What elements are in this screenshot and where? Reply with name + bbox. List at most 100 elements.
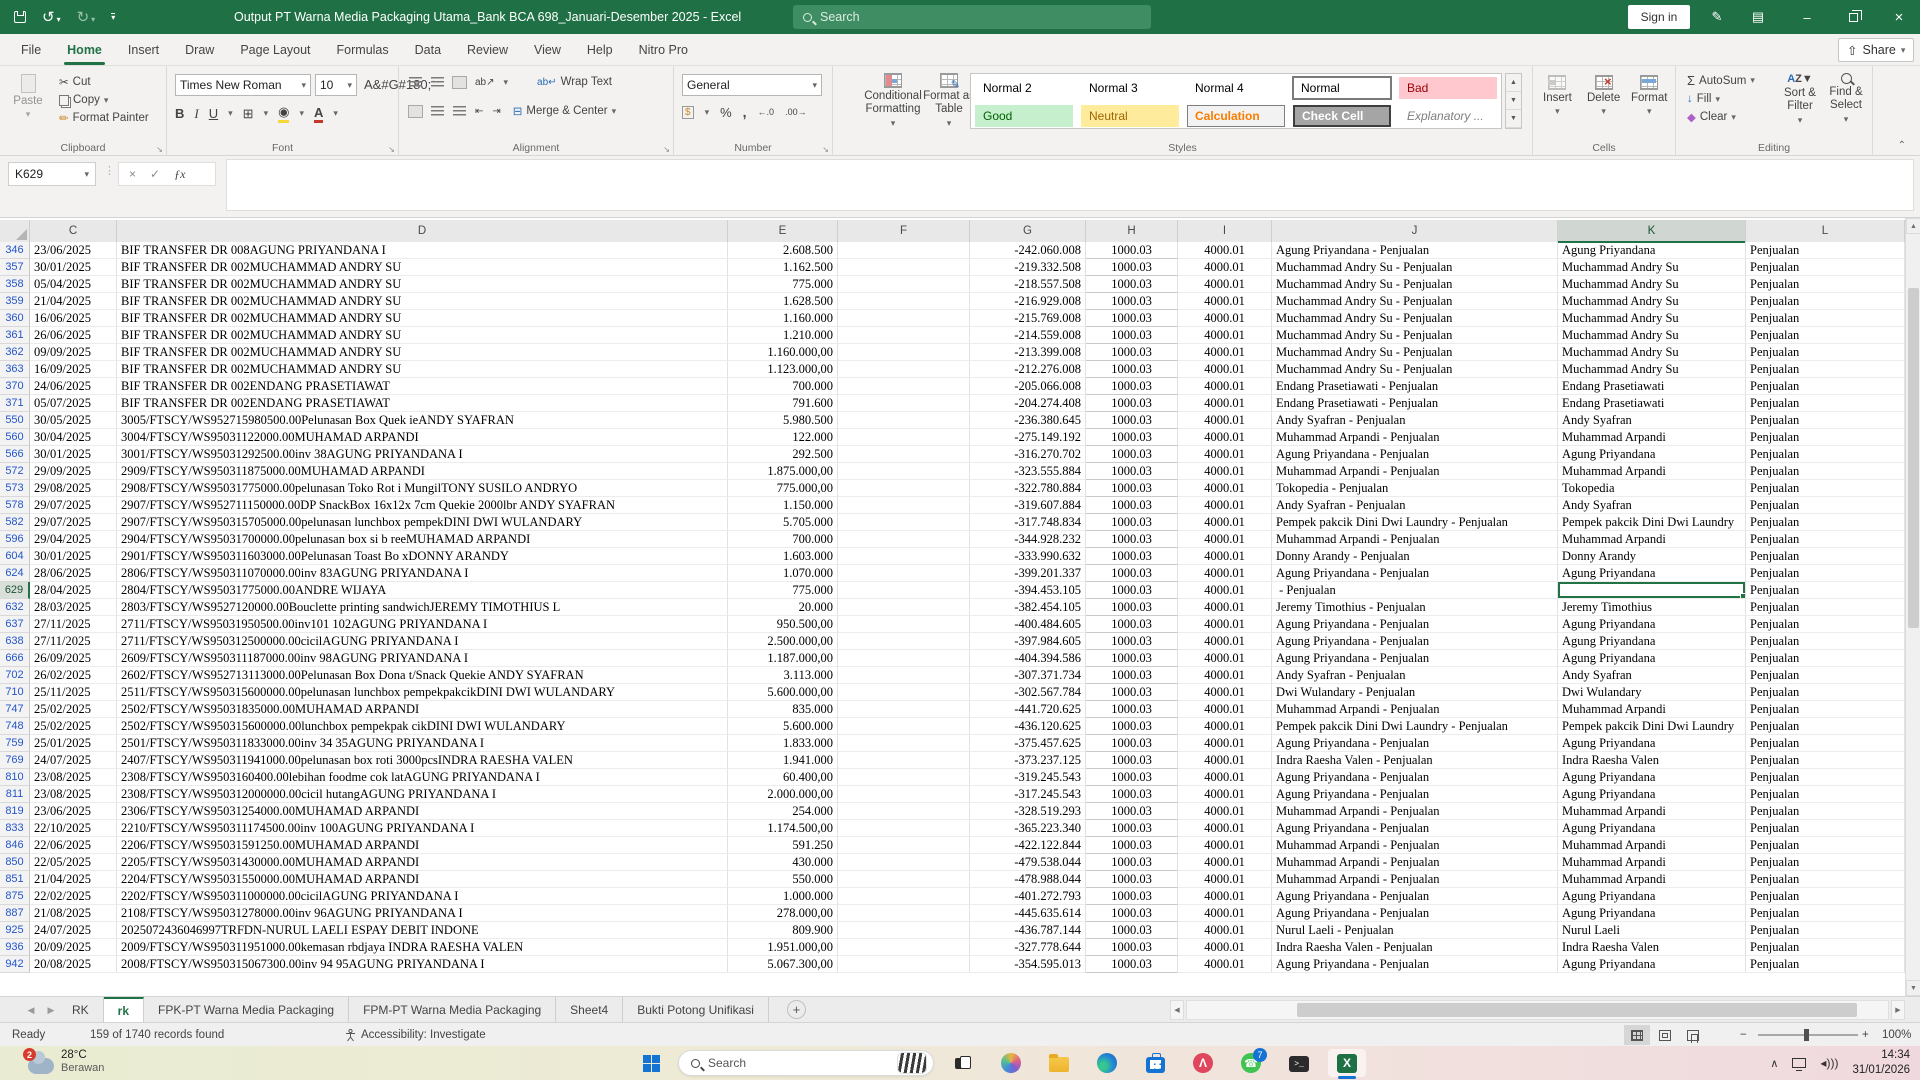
- scroll-left-icon[interactable]: ◀: [1170, 1000, 1184, 1020]
- grid-cell[interactable]: Penjualan: [1746, 531, 1905, 548]
- row-header[interactable]: 362: [0, 344, 30, 361]
- grid-cell[interactable]: 254.000: [728, 803, 838, 820]
- grid-cell[interactable]: 4000.01: [1178, 752, 1272, 769]
- grid-cell[interactable]: Indra Raesha Valen - Penjualan: [1272, 752, 1558, 769]
- grid-cell[interactable]: Endang Prasetiawati - Penjualan: [1272, 395, 1558, 412]
- grid-cell[interactable]: 4000.01: [1178, 939, 1272, 956]
- grid-cell[interactable]: 278.000,00: [728, 905, 838, 922]
- grid-cell[interactable]: -205.066.008: [970, 378, 1086, 395]
- grid-cell[interactable]: [838, 650, 970, 667]
- grid-cell[interactable]: Muchammad Andry Su - Penjualan: [1272, 344, 1558, 361]
- grid-cell[interactable]: Penjualan: [1746, 871, 1905, 888]
- grid-cell[interactable]: 775.000: [728, 276, 838, 293]
- grid-cell[interactable]: -319.607.884: [970, 497, 1086, 514]
- grid-cell[interactable]: -399.201.337: [970, 565, 1086, 582]
- grid-cell[interactable]: 2806/FTSCY/WS950311070000.00inv 83AGUNG …: [117, 565, 728, 582]
- grid-cell[interactable]: Muhammad Arpandi: [1558, 531, 1746, 548]
- grid-cell[interactable]: [838, 956, 970, 973]
- grid-cell[interactable]: 4000.01: [1178, 429, 1272, 446]
- grid-cell[interactable]: Penjualan: [1746, 548, 1905, 565]
- grid-cell[interactable]: -212.276.008: [970, 361, 1086, 378]
- grid-cell[interactable]: Pempek pakcik Dini Dwi Laundry - Penjual…: [1272, 718, 1558, 735]
- grid-cell[interactable]: Tokopedia - Penjualan: [1272, 480, 1558, 497]
- grid-cell[interactable]: -479.538.044: [970, 854, 1086, 871]
- grid-cell[interactable]: 4000.01: [1178, 667, 1272, 684]
- grid-cell[interactable]: 1000.03: [1086, 293, 1178, 310]
- tab-page-layout[interactable]: Page Layout: [227, 34, 323, 66]
- grid-cell[interactable]: 23/08/2025: [30, 786, 117, 803]
- grid-cell[interactable]: -436.787.144: [970, 922, 1086, 939]
- grid-cell[interactable]: Andy Syafran: [1558, 497, 1746, 514]
- grid-cell[interactable]: [838, 412, 970, 429]
- grid-cell[interactable]: -204.274.408: [970, 395, 1086, 412]
- grid-cell[interactable]: -400.484.605: [970, 616, 1086, 633]
- grid-cell[interactable]: [838, 888, 970, 905]
- grid-cell[interactable]: Penjualan: [1746, 922, 1905, 939]
- grid-cell[interactable]: 4000.01: [1178, 854, 1272, 871]
- grid-cell[interactable]: -322.780.884: [970, 480, 1086, 497]
- row-header[interactable]: 361: [0, 327, 30, 344]
- grid-cell[interactable]: Penjualan: [1746, 854, 1905, 871]
- grid-cell[interactable]: -214.559.008: [970, 327, 1086, 344]
- row-header[interactable]: 578: [0, 497, 30, 514]
- grid-cell[interactable]: Agung Priyandana - Penjualan: [1272, 735, 1558, 752]
- grid-cell[interactable]: 1000.03: [1086, 820, 1178, 837]
- row-header[interactable]: 925: [0, 922, 30, 939]
- grid-cell[interactable]: [838, 276, 970, 293]
- grid-cell[interactable]: Muchammad Andry Su - Penjualan: [1272, 361, 1558, 378]
- grid-cell[interactable]: 1000.03: [1086, 582, 1178, 599]
- grid-cell[interactable]: [838, 803, 970, 820]
- grid-cell[interactable]: 1000.03: [1086, 701, 1178, 718]
- font-color-icon[interactable]: A: [314, 105, 323, 123]
- sheet-tab-fpm-pt-warna-media-packaging[interactable]: FPM-PT Warna Media Packaging: [349, 997, 556, 1023]
- row-header[interactable]: 710: [0, 684, 30, 701]
- accounting-format-icon[interactable]: $: [682, 106, 694, 119]
- grid-cell[interactable]: 23/06/2025: [30, 803, 117, 820]
- bold-button[interactable]: B: [175, 106, 184, 121]
- grid-cell[interactable]: Penjualan: [1746, 378, 1905, 395]
- column-header-f[interactable]: F: [838, 220, 970, 242]
- grid-cell[interactable]: 2206/FTSCY/WS95031591250.00MUHAMAD ARPAN…: [117, 837, 728, 854]
- grid-cell[interactable]: 4000.01: [1178, 820, 1272, 837]
- grid-cell[interactable]: 30/05/2025: [30, 412, 117, 429]
- grid-cell[interactable]: 2308/FTSCY/WS950312000000.00cicil hutang…: [117, 786, 728, 803]
- column-header-d[interactable]: D: [117, 220, 728, 242]
- selected-cell[interactable]: [1558, 582, 1746, 599]
- paste-button[interactable]: Paste▾: [6, 74, 50, 120]
- grid-cell[interactable]: 2904/FTSCY/WS95031700000.00pelunasan box…: [117, 531, 728, 548]
- column-header-l[interactable]: L: [1746, 220, 1905, 242]
- grid-cell[interactable]: 28/04/2025: [30, 582, 117, 599]
- grid-cell[interactable]: 30/01/2025: [30, 548, 117, 565]
- grid-cell[interactable]: Muchammad Andry Su: [1558, 293, 1746, 310]
- copy-button[interactable]: Copy▾: [56, 93, 152, 107]
- grid-cell[interactable]: 1000.03: [1086, 718, 1178, 735]
- fill-color-icon[interactable]: ◉: [278, 104, 289, 123]
- task-view-button[interactable]: [944, 1049, 982, 1077]
- grid-cell[interactable]: 23/08/2025: [30, 769, 117, 786]
- grid-cell[interactable]: Penjualan: [1746, 327, 1905, 344]
- grid-cell[interactable]: 1.833.000: [728, 735, 838, 752]
- increase-decimal-icon[interactable]: ←.0: [758, 107, 775, 117]
- page-break-view-button[interactable]: [1680, 1025, 1706, 1045]
- grid-cell[interactable]: 24/06/2025: [30, 378, 117, 395]
- grid-cell[interactable]: 1.210.000: [728, 327, 838, 344]
- grid-cell[interactable]: [838, 922, 970, 939]
- grid-cell[interactable]: Penjualan: [1746, 718, 1905, 735]
- grid-cell[interactable]: -354.595.013: [970, 956, 1086, 973]
- clipboard-dialog-launcher-icon[interactable]: ↘: [156, 145, 163, 154]
- alignment-dialog-launcher-icon[interactable]: ↘: [663, 145, 670, 154]
- grid-cell[interactable]: 2804/FTSCY/WS95031775000.00ANDRE WIJAYA: [117, 582, 728, 599]
- grid-cell[interactable]: 4000.01: [1178, 786, 1272, 803]
- grid-cell[interactable]: 2502/FTSCY/WS95031835000.00MUHAMAD ARPAN…: [117, 701, 728, 718]
- restore-button[interactable]: [1838, 0, 1868, 34]
- vertical-scroll-thumb[interactable]: [1908, 288, 1919, 628]
- font-name-combo[interactable]: Times New Roman▾: [175, 74, 311, 96]
- grid-cell[interactable]: Muchammad Andry Su - Penjualan: [1272, 310, 1558, 327]
- grid-cell[interactable]: Penjualan: [1746, 514, 1905, 531]
- grid-cell[interactable]: -422.122.844: [970, 837, 1086, 854]
- grid-cell[interactable]: 4000.01: [1178, 548, 1272, 565]
- grid-cell[interactable]: 430.000: [728, 854, 838, 871]
- grid-cell[interactable]: 16/06/2025: [30, 310, 117, 327]
- middle-align-icon[interactable]: [431, 77, 444, 88]
- grid-cell[interactable]: 1.160.000,00: [728, 344, 838, 361]
